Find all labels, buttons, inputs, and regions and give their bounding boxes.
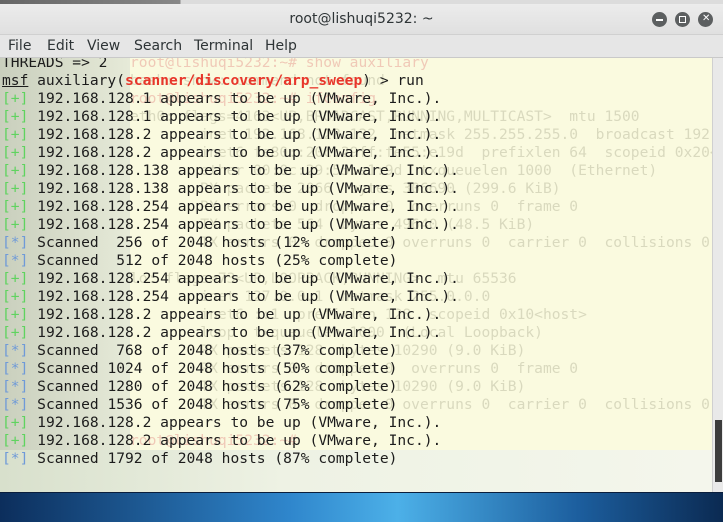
info-marker: [*]	[2, 360, 29, 377]
info-marker: [*]	[2, 234, 29, 251]
menu-help[interactable]: Help	[265, 38, 297, 54]
menu-terminal[interactable]: Terminal	[194, 38, 253, 54]
success-marker: [+]	[2, 90, 29, 107]
title-bar[interactable]: root@lishuqi5232: ~ ✕	[0, 4, 723, 35]
output-text: 192.168.128.2 appears to be up (VMware, …	[37, 144, 442, 161]
success-marker: [+]	[2, 288, 29, 305]
close-button[interactable]: ✕	[698, 12, 713, 27]
output-text: 192.168.128.138 appears to be up (VMware…	[37, 162, 459, 179]
success-marker: [+]	[2, 108, 29, 125]
success-marker: [+]	[2, 180, 29, 197]
output-line: [+] 192.168.128.1 appears to be up (VMwa…	[2, 90, 441, 107]
menu-bar: File Edit View Search Terminal Help	[0, 35, 723, 58]
success-marker: [+]	[2, 432, 29, 449]
success-marker: [+]	[2, 324, 29, 341]
output-text: 192.168.128.254 appears to be up (VMware…	[37, 216, 459, 233]
output-line: [+] 192.168.128.2 appears to be up (VMwa…	[2, 324, 441, 341]
menu-view[interactable]: View	[87, 38, 120, 54]
info-marker: [*]	[2, 396, 29, 413]
output-line: [+] 192.168.128.254 appears to be up (VM…	[2, 198, 459, 215]
output-line: [+] 192.168.128.2 appears to be up (VMwa…	[2, 144, 441, 161]
output-line: [+] 192.168.128.2 appears to be up (VMwa…	[2, 432, 441, 449]
output-line: [+] 192.168.128.2 appears to be up (VMwa…	[2, 126, 441, 143]
output-text: 192.168.128.138 appears to be up (VMware…	[37, 180, 459, 197]
output-text: Scanned 1536 of 2048 hosts (75% complete…	[37, 396, 398, 413]
output-text: Scanned 1792 of 2048 hosts (87% complete…	[37, 450, 398, 467]
output-line: [*] Scanned 512 of 2048 hosts (25% compl…	[2, 252, 397, 269]
output-line: [*] Scanned 1536 of 2048 hosts (75% comp…	[2, 396, 397, 413]
success-marker: [+]	[2, 126, 29, 143]
output-line: [+] 192.168.128.1 appears to be up (VMwa…	[2, 108, 441, 125]
window-title: root@lishuqi5232: ~	[289, 11, 434, 27]
output-line: [*] Scanned 256 of 2048 hosts (12% compl…	[2, 234, 397, 251]
success-marker: [+]	[2, 306, 29, 323]
success-marker: [+]	[2, 144, 29, 161]
output-text: 192.168.128.2 appears to be up (VMware, …	[37, 432, 442, 449]
output-line: [*] Scanned 1280 of 2048 hosts (62% comp…	[2, 378, 397, 395]
output-text: Scanned 768 of 2048 hosts (37% complete)	[37, 342, 398, 359]
output-line: [+] 192.168.128.254 appears to be up (VM…	[2, 270, 459, 287]
info-marker: [*]	[2, 450, 29, 467]
scrollbar[interactable]	[712, 58, 723, 492]
minimize-button[interactable]	[652, 12, 667, 27]
minimize-icon	[656, 19, 663, 21]
close-icon: ✕	[702, 13, 711, 24]
output-line: [+] 192.168.128.138 appears to be up (VM…	[2, 180, 459, 197]
output-text: Scanned 512 of 2048 hosts (25% complete)	[37, 252, 398, 269]
output-text: 192.168.128.2 appears to be up (VMware, …	[37, 126, 442, 143]
desktop-taskbar	[0, 492, 723, 522]
success-marker: [+]	[2, 198, 29, 215]
output-line: [+] 192.168.128.254 appears to be up (VM…	[2, 216, 459, 233]
scrollbar-thumb[interactable]	[715, 420, 722, 482]
success-marker: [+]	[2, 414, 29, 431]
terminal-output[interactable]: root@lishuqi5232:~# show auxiliary bash:…	[0, 54, 712, 492]
output-line: [*] Scanned 1792 of 2048 hosts (87% comp…	[2, 450, 397, 467]
terminal-lines: THREADS => 2 msf auxiliary(scanner/disco…	[2, 54, 459, 468]
output-text: 192.168.128.2 appears to be up (VMware, …	[37, 324, 442, 341]
prompt-text: auxiliary(	[28, 72, 126, 89]
menu-file[interactable]: File	[8, 38, 31, 54]
terminal-window: root@lishuqi5232: ~ ✕ File Edit View Sea…	[0, 4, 723, 492]
output-text: 192.168.128.2 appears to be up (VMware, …	[37, 414, 442, 431]
msf-prompt: msf	[2, 72, 29, 89]
prompt-command: ) > run	[362, 72, 424, 89]
module-name: scanner/discovery/arp_sweep	[125, 72, 363, 89]
output-text: Scanned 256 of 2048 hosts (12% complete)	[37, 234, 398, 251]
output-text: 192.168.128.1 appears to be up (VMware, …	[37, 90, 442, 107]
output-line: [+] 192.168.128.138 appears to be up (VM…	[2, 162, 459, 179]
info-marker: [*]	[2, 252, 29, 269]
output-text: 192.168.128.254 appears to be up (VMware…	[37, 198, 459, 215]
output-text: 192.168.128.254 appears to be up (VMware…	[37, 288, 459, 305]
output-line: [+] 192.168.128.254 appears to be up (VM…	[2, 288, 459, 305]
success-marker: [+]	[2, 270, 29, 287]
menu-search[interactable]: Search	[134, 38, 182, 54]
maximize-icon	[679, 16, 686, 23]
info-marker: [*]	[2, 378, 29, 395]
output-text: 192.168.128.254 appears to be up (VMware…	[37, 270, 459, 287]
output-line: [+] 192.168.128.2 appears to be up (VMwa…	[2, 306, 441, 323]
output-line: [*] Scanned 1024 of 2048 hosts (50% comp…	[2, 360, 397, 377]
output-text: 192.168.128.1 appears to be up (VMware, …	[37, 108, 442, 125]
output-text: Scanned 1024 of 2048 hosts (50% complete…	[37, 360, 398, 377]
info-marker: [*]	[2, 342, 29, 359]
success-marker: [+]	[2, 162, 29, 179]
maximize-button[interactable]	[675, 12, 690, 27]
menu-edit[interactable]: Edit	[47, 38, 74, 54]
output-line: [+] 192.168.128.2 appears to be up (VMwa…	[2, 414, 441, 431]
success-marker: [+]	[2, 216, 29, 233]
output-text: Scanned 1280 of 2048 hosts (62% complete…	[37, 378, 398, 395]
output-text: 192.168.128.2 appears to be up (VMware, …	[37, 306, 442, 323]
output-line: [*] Scanned 768 of 2048 hosts (37% compl…	[2, 342, 397, 359]
